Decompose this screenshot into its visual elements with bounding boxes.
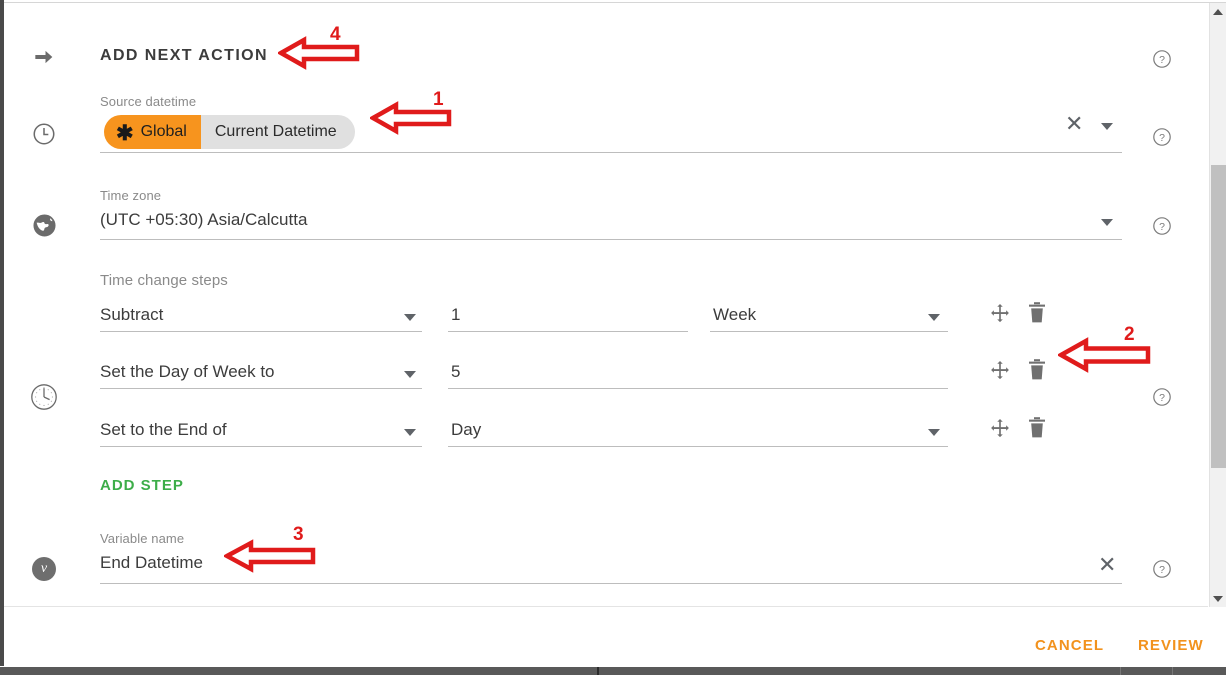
- step-row-operation-caret[interactable]: [404, 371, 416, 378]
- help-icon-header[interactable]: ?: [1152, 49, 1172, 69]
- step-row-unit-underline: [710, 331, 948, 332]
- window-bottom-strip: [0, 667, 1226, 675]
- step-row-operation-underline: [100, 388, 422, 389]
- svg-text:?: ?: [1159, 221, 1165, 233]
- add-step-button[interactable]: ADD STEP: [100, 477, 184, 494]
- annotation-number-3: 3: [293, 524, 304, 545]
- help-icon-time-change-steps[interactable]: ?: [1152, 387, 1172, 407]
- svg-text:?: ?: [1159, 54, 1165, 66]
- clock-simple-icon: [28, 118, 60, 150]
- variable-badge-glyph: v: [32, 557, 56, 581]
- time-zone-label: Time zone: [100, 188, 162, 203]
- review-button[interactable]: REVIEW: [1132, 633, 1210, 658]
- variable-name-label: Variable name: [100, 531, 185, 546]
- step-row-move-icon[interactable]: [989, 302, 1011, 329]
- step-row-delete-icon[interactable]: [1027, 416, 1047, 445]
- dialog-footer: CANCEL REVIEW: [4, 607, 1208, 666]
- svg-text:?: ?: [1159, 132, 1165, 144]
- time-zone-value[interactable]: (UTC +05:30) Asia/Calcutta: [100, 210, 307, 230]
- action-editor-window: v ADD NEXT ACTION ? Source datetime ✱ Gl…: [0, 0, 1226, 675]
- step-row-delete-icon[interactable]: [1027, 301, 1047, 330]
- step-row-value-caret[interactable]: [928, 429, 940, 436]
- source-datetime-chip-scope[interactable]: ✱ Global: [104, 115, 201, 149]
- step-row-delete-icon[interactable]: [1027, 358, 1047, 387]
- scrollbar-thumb[interactable]: [1211, 165, 1226, 468]
- step-row-move-icon[interactable]: [989, 359, 1011, 386]
- vertical-scrollbar[interactable]: [1209, 3, 1226, 607]
- globe-icon: [28, 209, 60, 241]
- svg-text:?: ?: [1159, 392, 1165, 404]
- annotation-number-4: 4: [330, 24, 341, 45]
- bottom-strip-seam: [1120, 667, 1121, 675]
- action-form-panel: v ADD NEXT ACTION ? Source datetime ✱ Gl…: [4, 3, 1208, 607]
- step-row-operation[interactable]: Set the Day of Week to: [100, 362, 275, 382]
- help-icon-time-zone[interactable]: ?: [1152, 216, 1172, 236]
- help-icon-variable-name[interactable]: ?: [1152, 559, 1172, 579]
- source-datetime-label: Source datetime: [100, 94, 197, 109]
- source-datetime-clear-icon[interactable]: ✕: [1065, 113, 1083, 135]
- variable-badge-icon: v: [28, 553, 60, 585]
- step-row-value-underline: [448, 331, 688, 332]
- step-row-move-icon[interactable]: [989, 417, 1011, 444]
- scrollbar-up-arrow[interactable]: [1210, 3, 1226, 20]
- source-datetime-chip-value[interactable]: Current Datetime: [200, 115, 355, 149]
- cancel-button[interactable]: CANCEL: [1029, 633, 1110, 658]
- time-zone-dropdown-caret[interactable]: [1101, 219, 1113, 226]
- time-zone-underline: [100, 239, 1122, 240]
- step-row-operation[interactable]: Set to the End of: [100, 420, 227, 440]
- step-row-value-underline: [448, 388, 948, 389]
- arrow-right-icon: [28, 41, 60, 73]
- svg-text:?: ?: [1159, 564, 1165, 576]
- step-row-value-underline: [448, 446, 948, 447]
- step-row-operation[interactable]: Subtract: [100, 305, 163, 325]
- annotation-number-2: 2: [1124, 324, 1135, 345]
- step-row-operation-underline: [100, 331, 422, 332]
- source-datetime-chip[interactable]: ✱ Global Current Datetime: [104, 115, 355, 149]
- step-row-unit-caret[interactable]: [928, 314, 940, 321]
- step-row-operation-caret[interactable]: [404, 314, 416, 321]
- variable-name-field[interactable]: End Datetime: [100, 553, 203, 573]
- asterisk-icon: ✱: [116, 121, 134, 145]
- bottom-strip-seam: [1172, 667, 1173, 675]
- step-row-unit[interactable]: Week: [713, 305, 756, 325]
- bottom-strip-tick: [597, 667, 599, 675]
- annotation-number-1: 1: [433, 89, 444, 110]
- scrollbar-down-arrow[interactable]: [1210, 590, 1226, 607]
- step-row-value[interactable]: 1: [451, 305, 460, 325]
- source-datetime-scope-label: Global: [140, 123, 187, 140]
- source-datetime-dropdown-caret[interactable]: [1101, 123, 1113, 130]
- clock-detailed-icon: [28, 381, 60, 413]
- add-next-action-title: ADD NEXT ACTION: [100, 47, 268, 64]
- variable-name-clear-icon[interactable]: ✕: [1098, 554, 1116, 576]
- step-row-operation-underline: [100, 446, 422, 447]
- source-datetime-underline: [100, 152, 1122, 153]
- step-row-value[interactable]: Day: [451, 420, 481, 440]
- variable-name-underline: [100, 583, 1122, 584]
- time-change-steps-label: Time change steps: [100, 272, 228, 289]
- step-row-value[interactable]: 5: [451, 362, 460, 382]
- step-row-operation-caret[interactable]: [404, 429, 416, 436]
- help-icon-source-datetime[interactable]: ?: [1152, 127, 1172, 147]
